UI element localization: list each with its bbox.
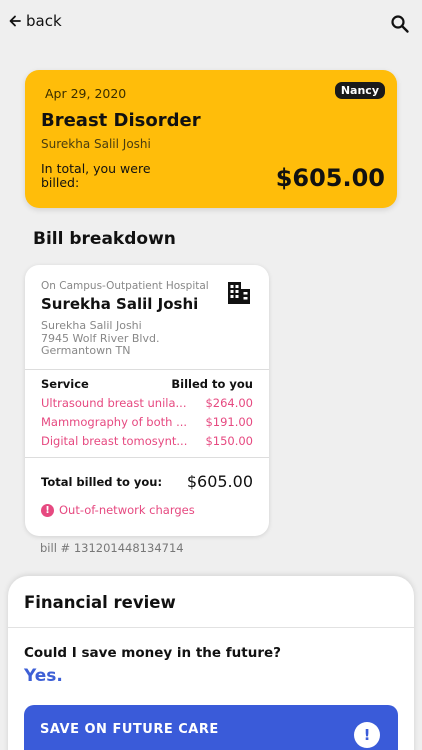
total-label: Total billed to you:: [41, 475, 163, 489]
billed-amount: $605.00: [275, 164, 385, 192]
cta-label: SAVE ON FUTURE CARE: [40, 722, 219, 737]
save-on-future-care-button[interactable]: SAVE ON FUTURE CARE !: [24, 705, 398, 750]
savings-question: Could I save money in the future?: [24, 645, 281, 661]
condition-title: Breast Disorder: [41, 110, 201, 131]
address-line: Surekha Salil Joshi: [41, 319, 142, 332]
service-name: Digital breast tomosynt...: [41, 434, 188, 448]
service-amount: $191.00: [205, 415, 253, 429]
service-name: Mammography of both ...: [41, 415, 188, 429]
bill-breakdown-title: Bill breakdown: [33, 229, 176, 249]
back-label: back: [26, 12, 62, 30]
service-name: Ultrasound breast unila...: [41, 396, 187, 410]
search-icon[interactable]: [390, 14, 410, 34]
savings-answer: Yes.: [24, 666, 63, 686]
alert-icon: !: [41, 503, 54, 517]
address-line: Germantown TN: [41, 344, 131, 357]
service-table-header: Service Billed to you: [41, 377, 253, 391]
bill-date: Apr 29, 2020: [45, 86, 127, 101]
top-bar: back: [0, 0, 422, 48]
arrow-left-icon: [9, 15, 21, 27]
divider: [25, 457, 269, 458]
bill-number: bill # 131201448134714: [40, 541, 184, 555]
patient-address: Surekha Salil Joshi 7945 Wolf River Blvd…: [41, 319, 159, 358]
divider: [25, 369, 269, 370]
billed-label: In total, you were billed:: [41, 161, 151, 190]
billed-header: Billed to you: [171, 377, 253, 391]
service-header: Service: [41, 377, 89, 391]
info-alert-icon: !: [354, 722, 380, 748]
bill-breakdown-card[interactable]: On Campus-Outpatient Hospital Surekha Sa…: [25, 265, 269, 536]
out-of-network-label: Out-of-network charges: [59, 503, 195, 517]
total-value: $605.00: [186, 472, 253, 491]
divider: [8, 627, 414, 628]
financial-review-title: Financial review: [24, 593, 176, 612]
service-amount: $264.00: [205, 396, 253, 410]
financial-review-panel: Financial review Could I save money in t…: [8, 576, 414, 750]
service-row[interactable]: Digital breast tomosynt... $150.00: [41, 434, 253, 448]
patient-name-heading: Surekha Salil Joshi: [41, 295, 199, 313]
provider-name: On Campus-Outpatient Hospital: [41, 280, 209, 292]
patient-name: Surekha Salil Joshi: [41, 137, 151, 151]
service-row[interactable]: Ultrasound breast unila... $264.00: [41, 396, 253, 410]
building-icon: [228, 282, 250, 304]
out-of-network-link[interactable]: ! Out-of-network charges: [41, 503, 195, 517]
back-button[interactable]: back: [8, 12, 62, 30]
member-badge: Nancy: [334, 82, 385, 99]
service-amount: $150.00: [205, 434, 253, 448]
service-row[interactable]: Mammography of both ... $191.00: [41, 415, 253, 429]
bill-summary-card[interactable]: Apr 29, 2020 Nancy Breast Disorder Surek…: [25, 70, 397, 208]
